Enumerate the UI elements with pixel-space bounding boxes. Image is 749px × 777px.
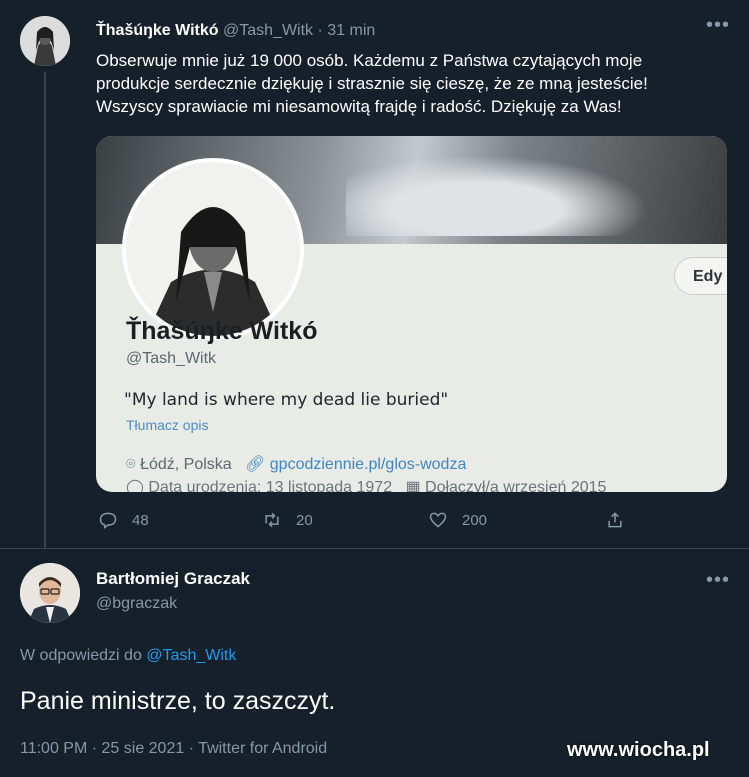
reply-tweet-meta[interactable]: 11:00 PM · 25 sie 2021 · Twitter for And… — [20, 740, 327, 758]
profile-website: gpcodziennie.pl/glos-wodza — [269, 456, 467, 473]
reply-mention-link[interactable]: @Tash_Witk — [146, 647, 236, 664]
reply-author-avatar[interactable] — [20, 563, 80, 623]
reply-count: 48 — [132, 511, 149, 529]
retweet-icon — [265, 512, 279, 528]
reply-author-name[interactable]: Bartłomiej Graczak — [96, 569, 250, 589]
reply-author-handle[interactable]: @bgraczak — [96, 595, 177, 613]
profile-picture — [122, 158, 304, 340]
profile-meta-dates: ◯ Data urodzenia: 13 listopada 1972 ▦ Do… — [126, 477, 606, 492]
divider — [0, 548, 749, 549]
tweet-actions: 48 20 200 — [0, 510, 749, 534]
author-name[interactable]: Ťhašúŋke Witkó — [96, 22, 219, 39]
tweet-text-line: Obserwuje mnie już 19 000 osób. Każdemu … — [96, 51, 643, 70]
retweet-count: 20 — [296, 511, 313, 529]
avatar[interactable] — [20, 16, 70, 66]
reply-icon — [99, 512, 117, 529]
more-horizontal-icon[interactable]: ••• — [706, 570, 730, 590]
attached-image[interactable]: Edy Ťhašúŋke Witkó @Tash_Witk "My land i… — [96, 136, 727, 492]
profile-name: Ťhašúŋke Witkó — [126, 317, 318, 345]
reply-button[interactable]: 48 — [98, 510, 149, 530]
timestamp[interactable]: 31 min — [327, 22, 375, 39]
profile-location: Łódź, Polska — [140, 456, 232, 473]
retweet-button[interactable]: 20 — [262, 510, 313, 530]
tweet-text: Obserwuje mnie już 19 000 osób. Każdemu … — [96, 49, 736, 118]
profile-bio: "My land is where my dead lie buried" — [124, 390, 449, 410]
more-horizontal-icon[interactable]: ••• — [706, 15, 730, 35]
profile-joined: Dołączył/a wrzesień 2015 — [425, 479, 607, 492]
translate-bio-link: Tłumacz opis — [126, 417, 209, 433]
birthday-icon: ◯ — [126, 479, 144, 492]
edit-profile-button: Edy — [674, 257, 727, 295]
profile-meta: ⌾ Łódź, Polska 🔗︎ gpcodziennie.pl/glos-w… — [126, 454, 466, 474]
watermark: www.wiocha.pl — [567, 739, 710, 761]
author-handle[interactable]: @Tash_Witk — [223, 22, 313, 39]
reply-prefix: W odpowiedzi do — [20, 647, 142, 664]
reply-context: W odpowiedzi do @Tash_Witk — [20, 647, 236, 665]
statue-image — [346, 146, 676, 236]
tweet-header: Ťhašúŋke Witkó @Tash_Witk · 31 min — [96, 22, 375, 40]
profile-birthdate: Data urodzenia: 13 listopada 1972 — [148, 479, 393, 492]
original-tweet[interactable]: Ťhašúŋke Witkó @Tash_Witk · 31 min ••• O… — [0, 0, 749, 548]
heart-icon — [429, 512, 447, 528]
location-icon: ⌾ — [126, 456, 136, 473]
link-icon: 🔗︎ — [245, 456, 266, 473]
share-button[interactable] — [605, 510, 639, 530]
reply-tweet-text: Panie ministrze, to zaszczyt. — [20, 687, 336, 715]
calendar-icon: ▦ — [405, 479, 421, 492]
thread-line — [44, 72, 46, 548]
profile-handle: @Tash_Witk — [126, 350, 217, 367]
like-button[interactable]: 200 — [428, 510, 487, 530]
separator-dot: · — [317, 22, 323, 39]
tweet-text-line: Wszyscy sprawiacie mi niesamowitą frajdę… — [96, 97, 622, 116]
like-count: 200 — [462, 511, 488, 529]
tweet-text-line: produkcje serdecznie dziękuję i straszni… — [96, 74, 648, 93]
share-icon — [608, 512, 622, 528]
